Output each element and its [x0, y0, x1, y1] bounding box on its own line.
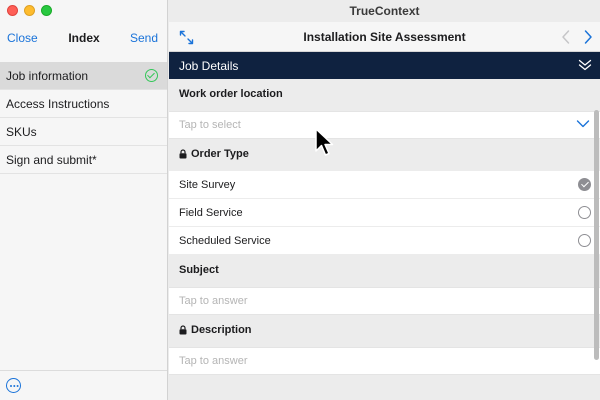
radio-empty-icon[interactable]: [578, 234, 591, 247]
close-button[interactable]: Close: [7, 31, 38, 45]
form-pane: TrueContext Installation Site Assessment…: [169, 0, 600, 400]
question-label-text: Order Type: [191, 148, 249, 160]
question-label-text: Description: [191, 324, 252, 336]
form-nav-bar: Installation Site Assessment: [169, 22, 600, 52]
more-icon[interactable]: [6, 378, 21, 393]
sidebar-item-skus[interactable]: SKUs: [0, 118, 167, 146]
sidebar-item-label: SKUs: [6, 124, 37, 139]
sidebar-item-job-information[interactable]: Job information: [0, 62, 167, 90]
complete-check-icon: [145, 69, 158, 82]
index-list: Job information Access Instructions SKUs…: [0, 62, 167, 174]
sidebar-item-label: Access Instructions: [6, 96, 110, 111]
option-label: Field Service: [179, 207, 243, 219]
description-input[interactable]: Tap to answer: [169, 347, 600, 375]
sidebar-item-label: Job information: [6, 68, 89, 83]
option-field-service[interactable]: Field Service: [169, 199, 600, 227]
lock-icon: [179, 325, 187, 335]
send-button[interactable]: Send: [130, 31, 158, 45]
question-label-description: Description: [169, 315, 600, 347]
question-label-text: Work order location: [179, 88, 283, 100]
option-label: Scheduled Service: [179, 235, 271, 247]
sidebar-footer: [0, 370, 167, 400]
lock-icon: [179, 149, 187, 159]
chevron-down-icon: [576, 120, 590, 128]
option-label: Site Survey: [179, 179, 236, 191]
sidebar-item-label: Sign and submit*: [6, 152, 97, 167]
sidebar-item-sign-and-submit[interactable]: Sign and submit*: [0, 146, 167, 174]
work-order-location-select[interactable]: Tap to select: [169, 111, 600, 139]
double-chevron-down-icon[interactable]: [578, 58, 592, 72]
section-title: Job Details: [179, 59, 239, 73]
expand-icon[interactable]: [179, 30, 194, 45]
form-title: Installation Site Assessment: [303, 30, 466, 44]
chevron-left-icon[interactable]: [560, 29, 572, 45]
chevron-right-icon[interactable]: [582, 29, 594, 45]
sidebar-item-access-instructions[interactable]: Access Instructions: [0, 90, 167, 118]
sidebar-header: Close Index Send: [0, 26, 168, 50]
vertical-scrollbar[interactable]: [594, 110, 599, 360]
zoom-window-button[interactable]: [41, 5, 52, 16]
placeholder-text: Tap to select: [179, 119, 241, 131]
radio-empty-icon[interactable]: [578, 206, 591, 219]
radio-checked-icon[interactable]: [578, 178, 591, 191]
window-controls: [7, 5, 52, 16]
placeholder-text: Tap to answer: [179, 295, 248, 307]
minimize-window-button[interactable]: [24, 5, 35, 16]
placeholder-text: Tap to answer: [179, 355, 248, 367]
question-label-order-type: Order Type: [169, 139, 600, 171]
index-sidebar: Close Index Send Job information Access …: [0, 0, 168, 400]
option-scheduled-service[interactable]: Scheduled Service: [169, 227, 600, 255]
window-title: TrueContext: [349, 4, 420, 18]
question-label-text: Subject: [179, 264, 219, 276]
subject-input[interactable]: Tap to answer: [169, 287, 600, 315]
option-site-survey[interactable]: Site Survey: [169, 171, 600, 199]
question-label-subject: Subject: [169, 255, 600, 287]
question-label-work-order-location: Work order location: [169, 79, 600, 111]
close-window-button[interactable]: [7, 5, 18, 16]
section-header-job-details[interactable]: Job Details: [169, 52, 600, 79]
question-list: Work order location Tap to select Order …: [169, 79, 600, 375]
